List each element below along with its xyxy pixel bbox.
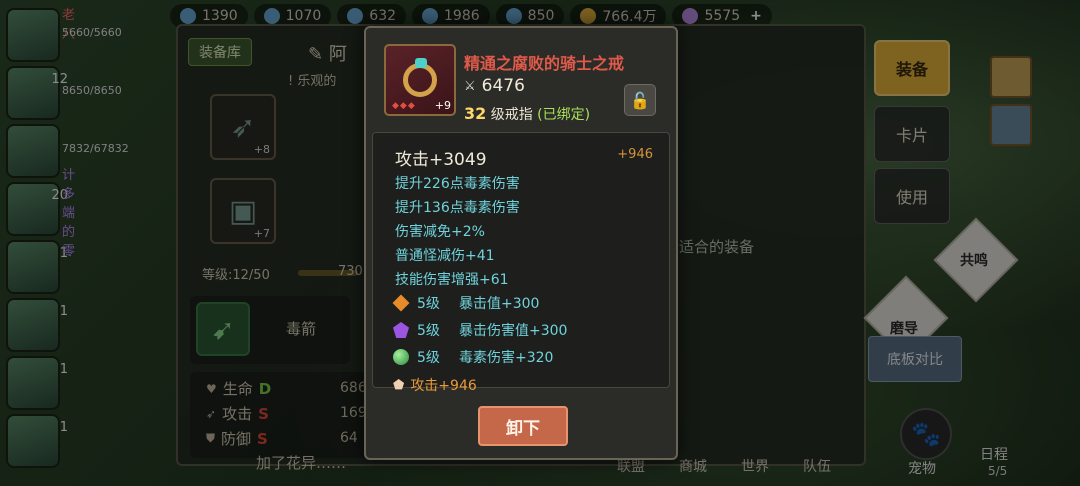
gem-row: 5级 暴击值+300 — [392, 293, 540, 313]
lock-icon[interactable]: 🔓 — [624, 84, 656, 116]
item-attribute: 提升226点毒素伤害 — [395, 176, 520, 192]
gem-level: 5级 — [417, 350, 440, 366]
bind-status: (已绑定) — [537, 107, 591, 123]
set-bonus-text: 攻击+946 — [410, 378, 477, 394]
ring-icon — [403, 58, 437, 97]
orange-gem-icon — [392, 294, 410, 312]
gem-row: 5级 毒素伤害+320 — [393, 347, 553, 367]
item-attribute: 普通怪减伤+41 — [395, 248, 495, 264]
gem-effect: 暴击伤害值+300 — [459, 323, 568, 339]
unequip-button[interactable]: 卸下 — [478, 406, 568, 446]
enhance-level: +9 — [434, 99, 451, 112]
gem-level: 5级 — [417, 296, 440, 312]
gem-effect: 毒素伤害+320 — [459, 350, 554, 366]
item-attribute: 技能伤害增强+61 — [395, 272, 509, 288]
item-power: ⚔ 6476 — [464, 76, 525, 96]
item-stats-panel: 攻击+3049 +946 ⬟ 攻击+946 提升226点毒素伤害 提升136点毒素… — [372, 132, 670, 394]
item-attribute: 伤害减免+2% — [395, 224, 485, 240]
green-gem-icon — [393, 349, 409, 365]
item-level-row: 32 级戒指 (已绑定) — [464, 104, 590, 124]
item-detail-popup: ◆◆◆ +9 精通之腐败的骑士之戒 ⚔ 6476 32 级戒指 (已绑定) 🔓 … — [364, 26, 678, 460]
gem-effect: 暴击值+300 — [459, 296, 540, 312]
gem-level: 5级 — [417, 323, 440, 339]
purple-gem-icon — [393, 322, 409, 338]
base-attack: 攻击+3049 — [395, 150, 487, 170]
item-attribute: 提升136点毒素伤害 — [395, 200, 520, 216]
attack-bonus: +946 — [617, 147, 653, 162]
crossed-swords-icon: ⚔ — [464, 78, 476, 94]
gem-row: 5级 暴击伤害值+300 — [393, 320, 567, 340]
item-level: 32 — [464, 104, 487, 123]
ring-item-icon: ◆◆◆ +9 — [384, 44, 456, 116]
item-type: 级戒指 — [490, 107, 533, 123]
set-bonus-row: ⬟ 攻击+946 — [393, 375, 477, 395]
star-rating: ◆◆◆ — [392, 101, 416, 111]
item-title: 精通之腐败的骑士之戒 — [464, 54, 625, 73]
power-value: 6476 — [481, 76, 525, 96]
boot-icon: ⬟ — [393, 377, 405, 393]
